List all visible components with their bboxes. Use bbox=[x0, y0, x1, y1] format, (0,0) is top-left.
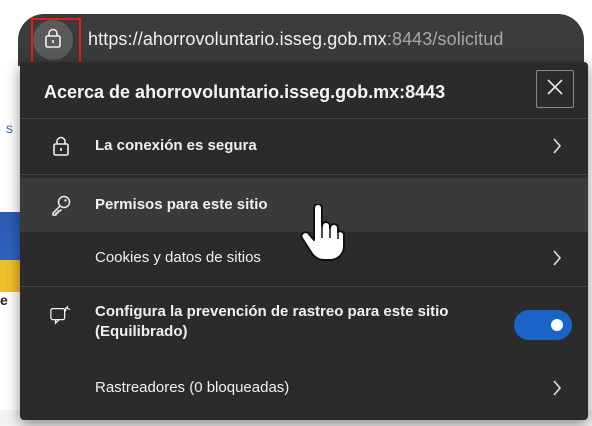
tracking-prevention-toggle[interactable] bbox=[514, 310, 572, 340]
chevron-right-icon bbox=[550, 378, 564, 398]
lock-icon bbox=[50, 135, 72, 157]
url-host: https://ahorrovoluntario.isseg.gob.mx bbox=[88, 29, 387, 49]
connection-secure-label: La conexión es segura bbox=[95, 137, 257, 154]
url-text[interactable]: https://ahorrovoluntario.isseg.gob.mx:84… bbox=[88, 29, 503, 50]
key-icon bbox=[50, 194, 72, 216]
divider bbox=[20, 286, 588, 287]
divider bbox=[20, 174, 588, 175]
highlight-box bbox=[31, 18, 81, 66]
tracking-prevention-label: Configura la prevención de rastreo para … bbox=[95, 302, 448, 342]
site-permissions-label: Permisos para este sitio bbox=[95, 196, 268, 213]
popup-title: Acerca de ahorrovoluntario.isseg.gob.mx:… bbox=[44, 82, 446, 102]
background-image-fragment bbox=[0, 212, 22, 292]
close-icon bbox=[546, 78, 564, 101]
background-text-fragment: s bbox=[6, 120, 13, 136]
connection-secure-row[interactable]: La conexión es segura bbox=[20, 120, 588, 172]
hand-pointer-icon bbox=[300, 203, 346, 262]
background-text-fragment: e bbox=[0, 292, 8, 308]
trackers-row[interactable]: Rastreadores (0 bloqueadas) bbox=[20, 362, 588, 414]
chevron-right-icon bbox=[550, 136, 564, 156]
url-path: :8443/solicitud bbox=[386, 29, 504, 49]
close-button[interactable] bbox=[536, 70, 574, 108]
tracking-prevention-level: (Equilibrado) bbox=[95, 323, 188, 340]
tracking-prevention-icon bbox=[50, 304, 72, 326]
trackers-label: Rastreadores (0 bloqueadas) bbox=[95, 379, 290, 396]
cookies-label: Cookies y datos de sitios bbox=[95, 249, 261, 266]
tracking-prevention-label-line1: Configura la prevención de rastreo para … bbox=[95, 303, 449, 320]
tracking-prevention-row[interactable]: Configura la prevención de rastreo para … bbox=[20, 290, 588, 356]
divider bbox=[20, 118, 588, 119]
toggle-knob bbox=[551, 319, 563, 331]
chevron-right-icon bbox=[550, 248, 564, 268]
